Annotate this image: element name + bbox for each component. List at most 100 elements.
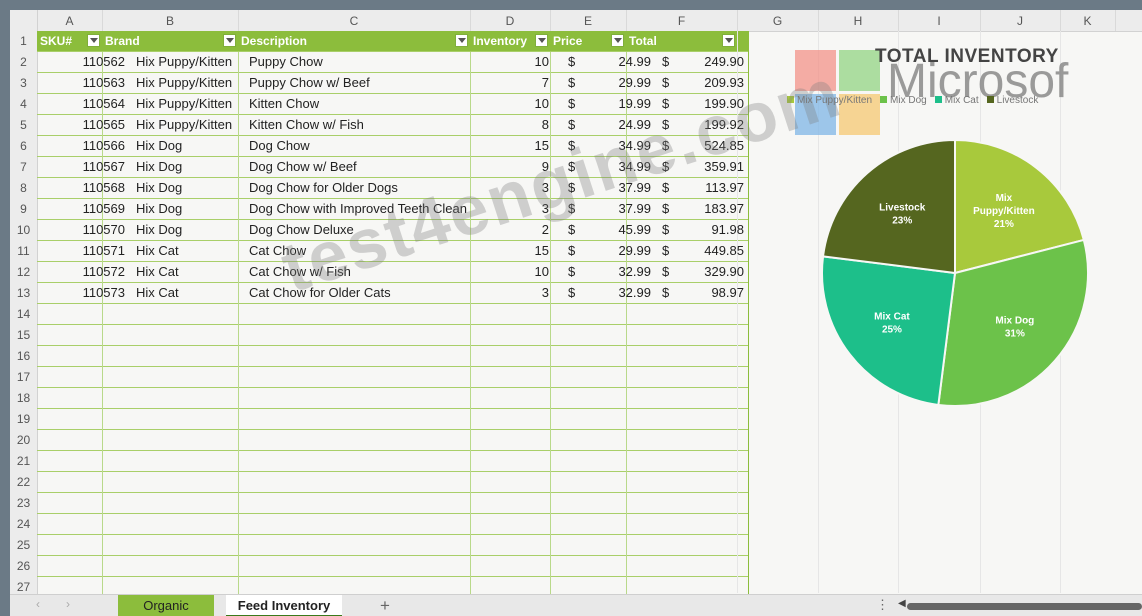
cell-price[interactable]: 34.99: [577, 136, 651, 156]
row-header-14[interactable]: 14: [10, 304, 38, 326]
row-header-17[interactable]: 17: [10, 367, 38, 389]
cell-sku[interactable]: 110562: [37, 52, 125, 72]
cell-sku[interactable]: 110568: [37, 178, 125, 198]
cell-description[interactable]: Cat Chow for Older Cats: [249, 283, 489, 303]
cell-total[interactable]: 329.90: [657, 262, 744, 282]
cell-inventory[interactable]: 9: [470, 157, 549, 177]
cell-description[interactable]: Dog Chow Deluxe: [249, 220, 489, 240]
row-header-15[interactable]: 15: [10, 325, 38, 347]
cell-price[interactable]: 34.99: [577, 157, 651, 177]
column-header-g[interactable]: G: [737, 10, 819, 31]
tab-scroll-left-icon[interactable]: ‹: [36, 597, 40, 611]
cell-description[interactable]: Cat Chow: [249, 241, 489, 261]
cell-sku[interactable]: 110571: [37, 241, 125, 261]
row-header-20[interactable]: 20: [10, 430, 38, 452]
row-header-13[interactable]: 13: [10, 283, 38, 305]
cell-total[interactable]: 91.98: [657, 220, 744, 240]
row-header-5[interactable]: 5: [10, 115, 38, 137]
column-header-a[interactable]: A: [37, 10, 103, 31]
cell-sku[interactable]: 110570: [37, 220, 125, 240]
cell-inventory[interactable]: 15: [470, 241, 549, 261]
row-header-11[interactable]: 11: [10, 241, 38, 263]
horizontal-scrollbar[interactable]: [907, 603, 1142, 610]
cell-description[interactable]: Dog Chow: [249, 136, 489, 156]
row-header-22[interactable]: 22: [10, 472, 38, 494]
column-header-d[interactable]: D: [470, 10, 551, 31]
cell-price[interactable]: 19.99: [577, 94, 651, 114]
tab-scroll-right-icon[interactable]: ›: [66, 597, 70, 611]
cell-price[interactable]: 24.99: [577, 115, 651, 135]
column-header-h[interactable]: H: [818, 10, 899, 31]
cell-inventory[interactable]: 15: [470, 136, 549, 156]
row-header-6[interactable]: 6: [10, 136, 38, 158]
row-header-12[interactable]: 12: [10, 262, 38, 284]
cell-inventory[interactable]: 3: [470, 199, 549, 219]
column-header-k[interactable]: K: [1060, 10, 1116, 31]
cell-total[interactable]: 113.97: [657, 178, 744, 198]
cell-inventory[interactable]: 10: [470, 262, 549, 282]
select-all-corner[interactable]: [10, 10, 38, 31]
cell-total[interactable]: 449.85: [657, 241, 744, 261]
column-header-f[interactable]: F: [626, 10, 738, 31]
column-header-i[interactable]: I: [898, 10, 981, 31]
cell-price[interactable]: 37.99: [577, 178, 651, 198]
cell-sku[interactable]: 110567: [37, 157, 125, 177]
cell-sku[interactable]: 110566: [37, 136, 125, 156]
cell-total[interactable]: 209.93: [657, 73, 744, 93]
cell-inventory[interactable]: 2: [470, 220, 549, 240]
total-inventory-chart[interactable]: Microsof TOTAL INVENTORY Mix Puppy/Kitte…: [787, 38, 1142, 448]
cell-description[interactable]: Cat Chow w/ Fish: [249, 262, 489, 282]
cell-total[interactable]: 199.90: [657, 94, 744, 114]
cell-description[interactable]: Dog Chow w/ Beef: [249, 157, 489, 177]
column-header-e[interactable]: E: [550, 10, 627, 31]
column-header-c[interactable]: C: [238, 10, 471, 31]
cell-inventory[interactable]: 10: [470, 94, 549, 114]
cell-price[interactable]: 32.99: [577, 283, 651, 303]
cell-inventory[interactable]: 3: [470, 283, 549, 303]
cell-total[interactable]: 199.92: [657, 115, 744, 135]
cell-description[interactable]: Kitten Chow w/ Fish: [249, 115, 489, 135]
row-header-25[interactable]: 25: [10, 535, 38, 557]
cell-inventory[interactable]: 3: [470, 178, 549, 198]
row-header-10[interactable]: 10: [10, 220, 38, 242]
cell-description[interactable]: Puppy Chow w/ Beef: [249, 73, 489, 93]
cell-description[interactable]: Puppy Chow: [249, 52, 489, 72]
cell-price[interactable]: 29.99: [577, 73, 651, 93]
cell-total[interactable]: 524.85: [657, 136, 744, 156]
row-header-9[interactable]: 9: [10, 199, 38, 221]
cell-inventory[interactable]: 8: [470, 115, 549, 135]
cell-inventory[interactable]: 7: [470, 73, 549, 93]
cell-sku[interactable]: 110564: [37, 94, 125, 114]
cell-description[interactable]: Dog Chow with Improved Teeth Clean: [249, 199, 489, 219]
row-header-1[interactable]: 1: [10, 31, 38, 53]
cell-sku[interactable]: 110563: [37, 73, 125, 93]
cell-sku[interactable]: 110565: [37, 115, 125, 135]
cell-sku[interactable]: 110573: [37, 283, 125, 303]
cell-price[interactable]: 37.99: [577, 199, 651, 219]
more-options-icon[interactable]: ⋮: [876, 597, 889, 613]
row-header-4[interactable]: 4: [10, 94, 38, 116]
cell-sku[interactable]: 110572: [37, 262, 125, 282]
row-header-26[interactable]: 26: [10, 556, 38, 578]
row-header-16[interactable]: 16: [10, 346, 38, 368]
hscroll-left-arrow-icon[interactable]: ◀: [898, 598, 906, 609]
cell-total[interactable]: 98.97: [657, 283, 744, 303]
cell-description[interactable]: Dog Chow for Older Dogs: [249, 178, 489, 198]
cell-price[interactable]: 29.99: [577, 241, 651, 261]
column-header-b[interactable]: B: [102, 10, 239, 31]
row-header-21[interactable]: 21: [10, 451, 38, 473]
row-header-2[interactable]: 2: [10, 52, 38, 74]
row-header-19[interactable]: 19: [10, 409, 38, 431]
row-header-18[interactable]: 18: [10, 388, 38, 410]
row-header-23[interactable]: 23: [10, 493, 38, 515]
cell-total[interactable]: 183.97: [657, 199, 744, 219]
cell-price[interactable]: 24.99: [577, 52, 651, 72]
cell-price[interactable]: 32.99: [577, 262, 651, 282]
cell-sku[interactable]: 110569: [37, 199, 125, 219]
cell-total[interactable]: 249.90: [657, 52, 744, 72]
column-header-j[interactable]: J: [980, 10, 1061, 31]
tab-organic-feed[interactable]: Organic Feed: [118, 595, 214, 616]
cell-total[interactable]: 359.91: [657, 157, 744, 177]
row-header-7[interactable]: 7: [10, 157, 38, 179]
add-sheet-button[interactable]: +: [380, 595, 390, 616]
